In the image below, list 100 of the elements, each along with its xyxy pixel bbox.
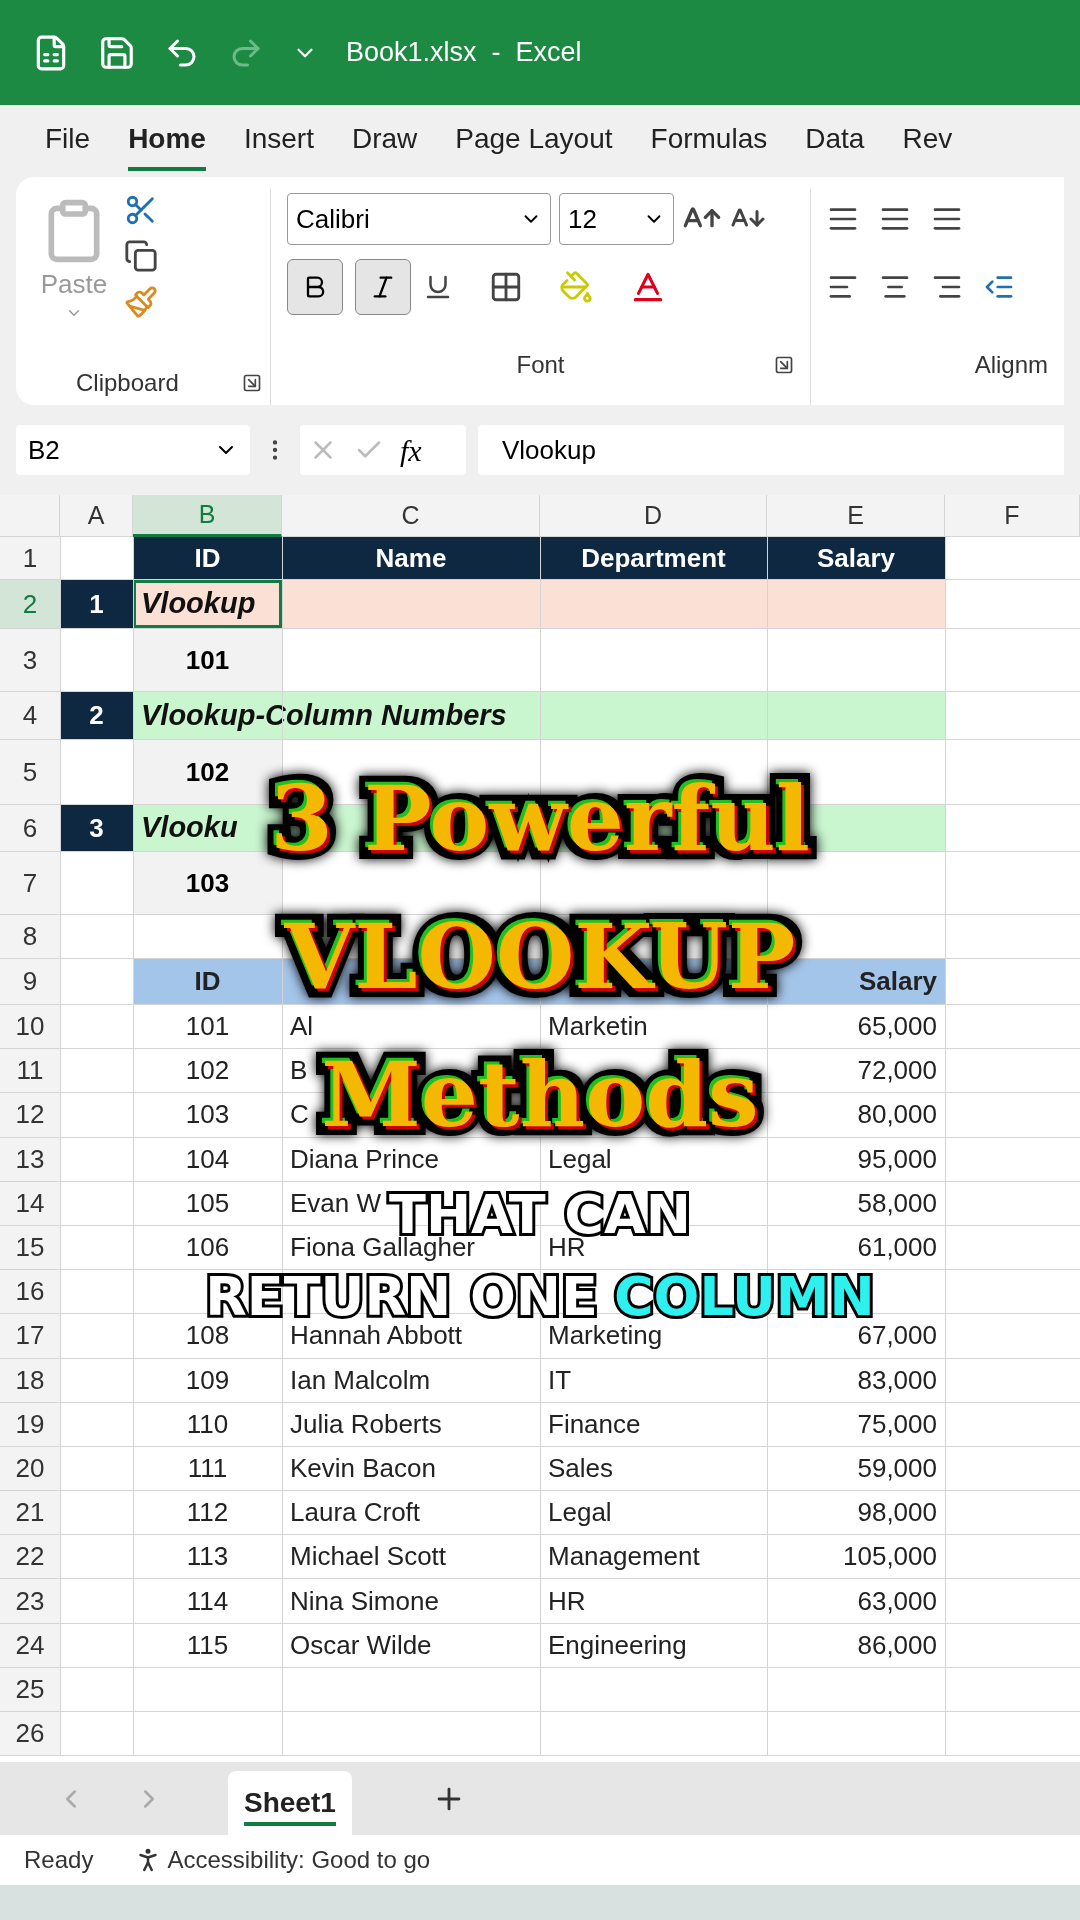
table-cell-text: Kevin Bacon xyxy=(290,1451,436,1485)
row-header[interactable]: 15 xyxy=(0,1225,60,1270)
table-cell-text: 105,000 xyxy=(843,1540,937,1574)
table-cell-text: 98,000 xyxy=(857,1496,937,1530)
section-number: 1 xyxy=(60,580,133,628)
row-header[interactable]: 19 xyxy=(0,1402,60,1446)
accessibility-status[interactable]: Accessibility: Good to go xyxy=(167,1842,431,1878)
table-cell-text: Finance xyxy=(548,1407,641,1441)
row-header[interactable]: 9 xyxy=(0,959,60,1004)
group-label: Alignm xyxy=(974,349,1048,380)
table-cell-text: 111 xyxy=(187,1451,228,1485)
table-cell-text: Legal xyxy=(548,1496,612,1530)
group-label: Font xyxy=(516,349,565,380)
row-header[interactable]: 23 xyxy=(0,1579,60,1623)
table-cell-text: Al xyxy=(290,1010,314,1044)
table-cell-text: Sales xyxy=(548,1451,614,1485)
row-header[interactable]: 26 xyxy=(0,1712,60,1756)
sheet-tab[interactable]: Sheet1 xyxy=(228,1771,352,1835)
group-label: Clipboard xyxy=(76,368,179,398)
row-header[interactable]: 16 xyxy=(0,1270,60,1314)
table-cell-text: Oscar Wilde xyxy=(290,1628,432,1662)
row-header[interactable]: 1 xyxy=(0,537,60,579)
ribbon-tab[interactable]: Formulas xyxy=(650,111,768,171)
ribbon-tab[interactable]: Insert xyxy=(243,111,314,171)
header-cell-text: Salary xyxy=(858,965,937,998)
table-cell-text: 101 xyxy=(185,1010,230,1044)
table-cell-text: Ian Malcolm xyxy=(290,1363,431,1397)
row-header[interactable]: 11 xyxy=(0,1049,60,1093)
italic-toggle[interactable] xyxy=(355,258,411,315)
section-number: 2 xyxy=(60,692,133,739)
column-header[interactable]: B xyxy=(133,495,282,537)
row-header[interactable]: 8 xyxy=(0,915,60,958)
ribbon-tab[interactable]: Rev xyxy=(902,111,953,171)
formula-field[interactable]: Vlookup xyxy=(478,425,1064,475)
status-text: Ready xyxy=(24,1845,94,1875)
copy-icon[interactable] xyxy=(124,239,158,273)
font-size-dropdown[interactable]: 12 xyxy=(559,193,674,245)
table-cell-text: 109 xyxy=(185,1363,230,1397)
table-cell-text: 61,000 xyxy=(857,1231,937,1265)
table-cell-text: Laura Croft xyxy=(290,1496,421,1530)
table-cell-text: 105 xyxy=(185,1186,230,1220)
bold-toggle[interactable] xyxy=(287,258,343,315)
row-header[interactable]: 10 xyxy=(0,1005,60,1049)
column-header[interactable]: F xyxy=(945,495,1080,537)
ribbon-tab[interactable]: Home xyxy=(128,111,206,171)
row-header[interactable]: 6 xyxy=(0,805,60,851)
dialog-launcher-icon[interactable] xyxy=(774,354,794,375)
table-cell-text: IT xyxy=(548,1363,572,1397)
table-cell-text: Engineering xyxy=(548,1628,687,1662)
ribbon-tab[interactable]: Draw xyxy=(351,111,418,171)
table-cell-text: 75,000 xyxy=(857,1407,937,1441)
name-box[interactable]: B2 xyxy=(16,425,250,475)
table-cell-text: Legal xyxy=(548,1142,612,1176)
section-title: Vlookup-Column Numbers xyxy=(140,697,507,733)
row-header[interactable]: 5 xyxy=(0,740,60,804)
header-cell: Name xyxy=(282,537,540,579)
row-header[interactable]: 22 xyxy=(0,1535,60,1579)
table-cell-text: 59,000 xyxy=(857,1451,937,1485)
window-title: Book1.xlsx - Excel xyxy=(346,36,582,70)
ribbon-tab[interactable]: Data xyxy=(805,111,865,171)
row-header[interactable]: 3 xyxy=(0,629,60,691)
dialog-launcher-icon[interactable] xyxy=(242,373,262,393)
table-cell-text: Diana Prince xyxy=(290,1142,439,1176)
fill-color-icon[interactable] xyxy=(559,269,593,304)
row-header[interactable]: 20 xyxy=(0,1446,60,1491)
header-cell-text: ID xyxy=(194,965,221,998)
table-cell-text: 65,000 xyxy=(857,1010,937,1044)
header-cell: Salary xyxy=(767,537,945,579)
row-header[interactable]: 18 xyxy=(0,1358,60,1402)
lookup-id: 101 xyxy=(133,629,282,691)
table-cell-text: Evan W xyxy=(290,1186,382,1220)
font-name-dropdown[interactable]: Calibri xyxy=(287,193,551,245)
table-cell-text: 104 xyxy=(185,1142,230,1176)
format-painter-icon[interactable] xyxy=(124,285,158,319)
table-cell-text: 95,000 xyxy=(857,1142,937,1176)
insert-function-button[interactable]: fx xyxy=(400,427,422,473)
row-header[interactable]: 2 xyxy=(0,580,60,628)
row-header[interactable]: 14 xyxy=(0,1181,60,1225)
table-cell-text: Management xyxy=(548,1540,700,1574)
row-header[interactable]: 7 xyxy=(0,852,60,914)
table-cell-text: Marketin xyxy=(548,1010,648,1044)
row-header[interactable]: 4 xyxy=(0,692,60,739)
section-title: Vlooku xyxy=(140,810,239,846)
row-header[interactable]: 12 xyxy=(0,1093,60,1137)
row-header[interactable]: 17 xyxy=(0,1314,60,1358)
row-header[interactable]: 25 xyxy=(0,1667,60,1711)
row-header[interactable]: 21 xyxy=(0,1491,60,1535)
ribbon-tab[interactable]: Page Layout xyxy=(455,111,613,171)
table-cell-text: 83,000 xyxy=(857,1363,937,1397)
row-header[interactable]: 13 xyxy=(0,1137,60,1181)
table-cell-text: 114 xyxy=(186,1584,229,1618)
table-cell-text: 103 xyxy=(185,1098,230,1132)
ribbon-tab[interactable]: File xyxy=(45,111,91,171)
row-header[interactable]: 24 xyxy=(0,1623,60,1667)
table-cell-text: Julia Roberts xyxy=(290,1407,442,1441)
table-cell-text: 106 xyxy=(185,1231,230,1265)
table-cell-text: Michael Scott xyxy=(290,1540,447,1574)
table-cell-text: 63,000 xyxy=(857,1584,937,1618)
header-cell: Department xyxy=(540,537,767,579)
table-cell-text: Nina Simone xyxy=(290,1584,439,1618)
